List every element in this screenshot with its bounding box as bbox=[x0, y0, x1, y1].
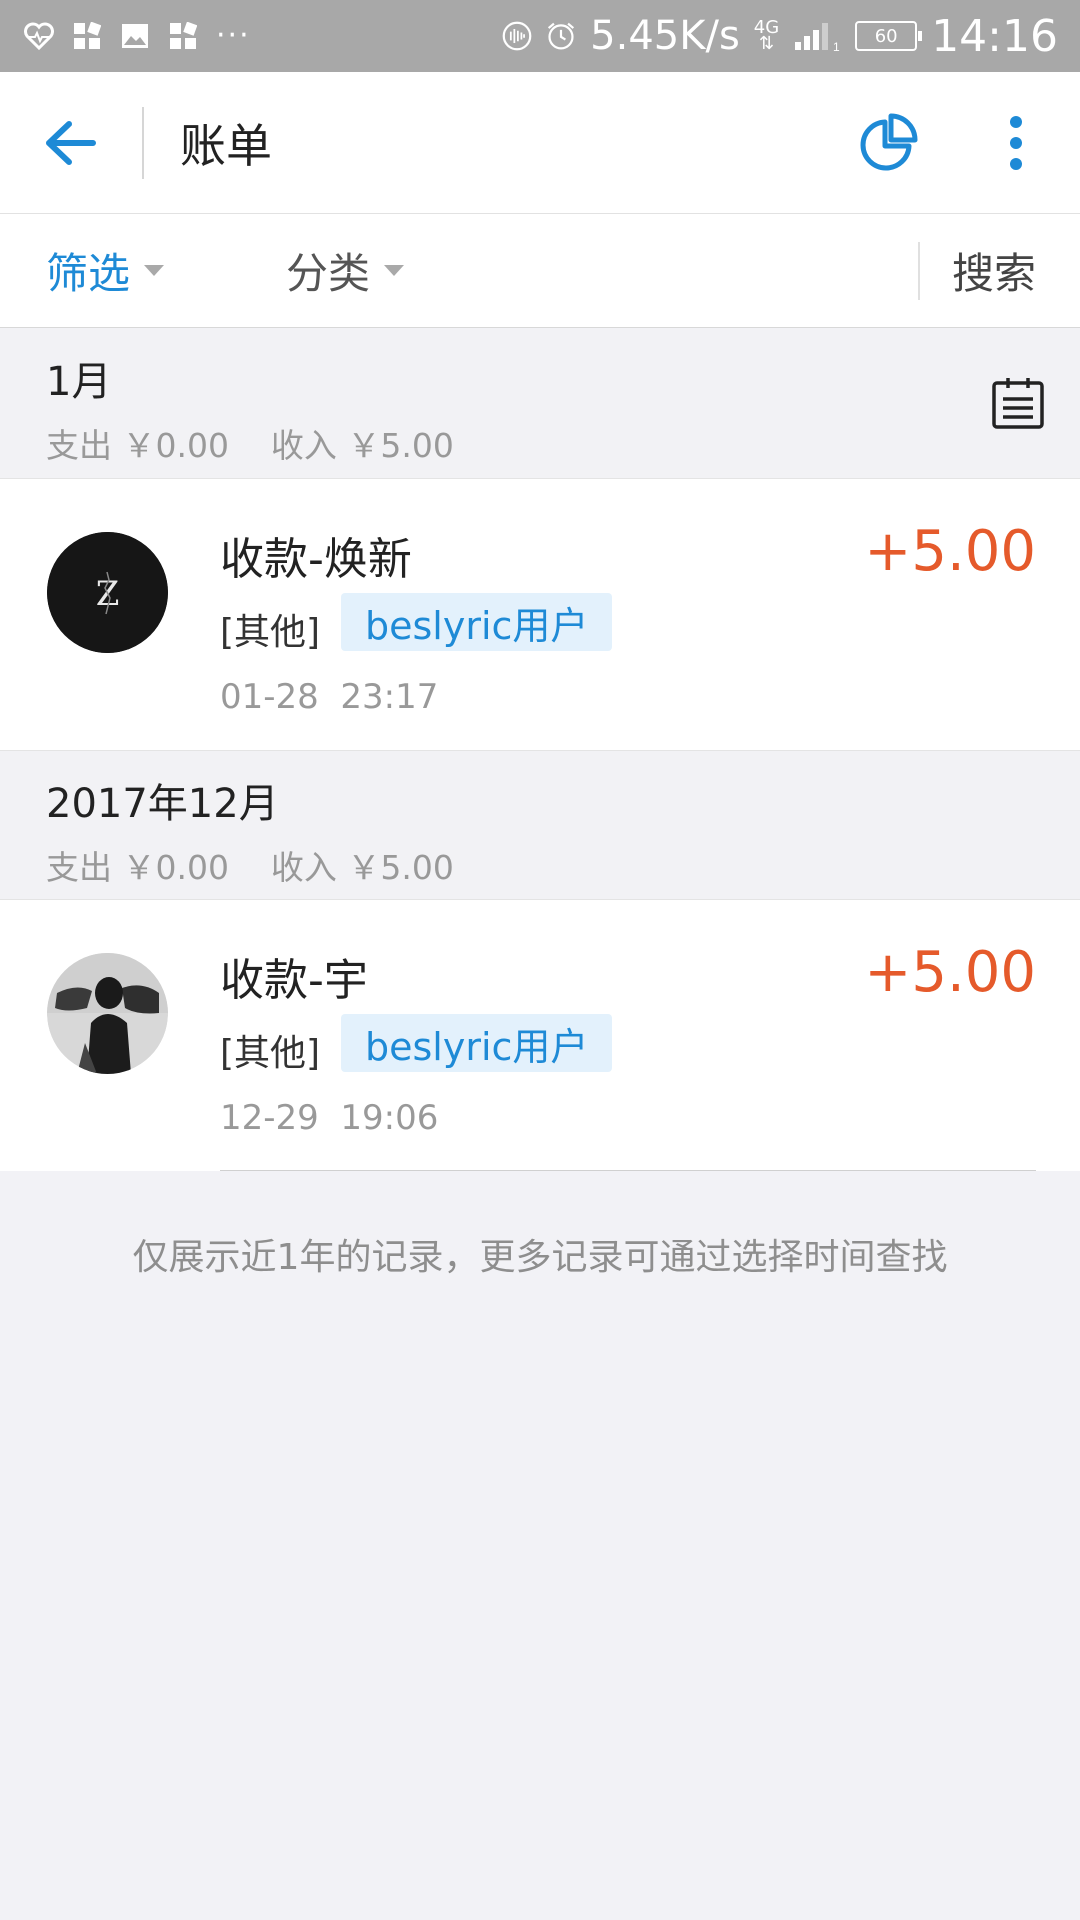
filter-label: 筛选 bbox=[46, 249, 131, 298]
alarm-icon bbox=[546, 21, 576, 51]
avatar: Z bbox=[47, 532, 168, 653]
month-header: 2017年12月 支出 ￥0.00 收入 ￥5.00 bbox=[0, 750, 1080, 900]
row-divider bbox=[220, 1170, 1036, 1171]
battery-icon: 60 bbox=[855, 21, 923, 51]
data-arrows-icon: ⇅ bbox=[758, 33, 775, 54]
transaction-time: 01-28 23:17 bbox=[220, 677, 439, 717]
search-button[interactable]: 搜索 bbox=[952, 240, 1036, 301]
transaction-time: 12-29 19:06 bbox=[220, 1098, 439, 1138]
month-header: 1月 支出 ￥0.00 收入 ￥5.00 bbox=[0, 329, 1080, 479]
transaction-title: 收款-宇 bbox=[220, 955, 368, 1006]
transaction-row[interactable]: 收款-宇 [其他] beslyric用户 12-29 19:06 +5.00 bbox=[0, 900, 1080, 1171]
signal-icon: 1 bbox=[793, 21, 841, 52]
image-icon bbox=[120, 21, 150, 51]
transaction-title: 收款-焕新 bbox=[220, 534, 412, 585]
header-actions bbox=[824, 72, 1080, 214]
network-speed: 5.45K/s bbox=[590, 13, 740, 59]
transaction-amount: +5.00 bbox=[864, 519, 1036, 584]
network-type: 4G ⇅ bbox=[754, 19, 779, 54]
category-dropdown[interactable]: 分类 bbox=[286, 240, 405, 301]
back-arrow-icon bbox=[46, 120, 96, 165]
dropdown-caret-icon bbox=[144, 265, 165, 276]
category-label: 分类 bbox=[286, 249, 371, 298]
transaction-row[interactable]: Z 收款-焕新 [其他] beslyric用户 01-28 23:17 +5.0… bbox=[0, 479, 1080, 750]
more-options-button[interactable] bbox=[952, 72, 1080, 214]
transaction-category: [其他] bbox=[220, 612, 321, 653]
filter-bar: 筛选 分类 搜索 bbox=[0, 214, 1080, 328]
apps-icon bbox=[168, 21, 198, 51]
pie-chart-icon bbox=[860, 113, 918, 170]
hd-voice-icon bbox=[502, 21, 532, 51]
transaction-category: [其他] bbox=[220, 1033, 321, 1074]
back-button[interactable] bbox=[0, 72, 142, 214]
filter-dropdown[interactable]: 筛选 bbox=[46, 240, 165, 301]
avatar bbox=[47, 953, 168, 1074]
more-vertical-icon bbox=[1010, 115, 1022, 170]
status-bar: ··· 5.45K/s 4G ⇅ 1 60 14:16 bbox=[0, 0, 1080, 72]
month-summary: 支出 ￥0.00 收入 ￥5.00 bbox=[46, 426, 454, 465]
filter-divider bbox=[918, 242, 920, 300]
calendar-icon[interactable] bbox=[990, 375, 1046, 431]
statistics-button[interactable] bbox=[824, 72, 952, 214]
user-tag: beslyric用户 bbox=[341, 1014, 613, 1072]
signal-sub: 1 bbox=[833, 40, 840, 52]
app-header: 账单 bbox=[0, 72, 1080, 214]
history-limit-note: 仅展示近1年的记录，更多记录可通过选择时间查找 bbox=[132, 1237, 948, 1278]
status-time: 14:16 bbox=[931, 10, 1058, 62]
status-left-icons: ··· bbox=[0, 21, 251, 51]
header-divider bbox=[142, 106, 144, 179]
battery-level: 60 bbox=[874, 25, 898, 47]
heart-rate-icon bbox=[24, 21, 54, 51]
more-dots-icon: ··· bbox=[216, 18, 251, 53]
status-right: 5.45K/s 4G ⇅ 1 60 14:16 bbox=[502, 11, 1080, 62]
month-summary: 支出 ￥0.00 收入 ￥5.00 bbox=[46, 848, 454, 887]
month-title: 2017年12月 bbox=[46, 781, 279, 827]
dropdown-caret-icon bbox=[384, 265, 405, 276]
transaction-amount: +5.00 bbox=[864, 940, 1036, 1005]
apps-icon bbox=[72, 21, 102, 51]
user-tag: beslyric用户 bbox=[341, 593, 613, 651]
month-title: 1月 bbox=[46, 359, 112, 405]
page-title: 账单 bbox=[180, 118, 272, 173]
